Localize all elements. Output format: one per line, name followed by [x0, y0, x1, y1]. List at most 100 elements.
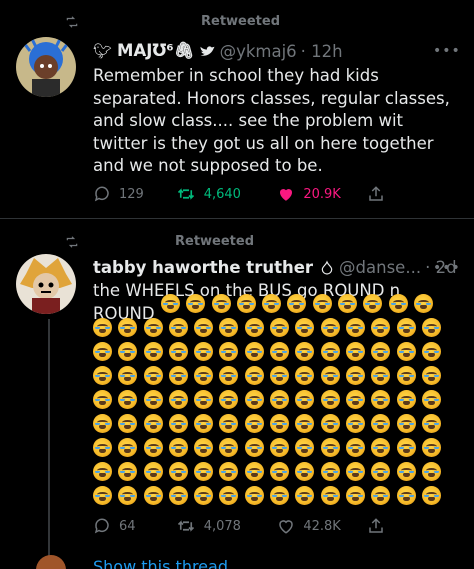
loudly-crying-face-icon [194, 318, 214, 337]
loudly-crying-face-icon [295, 414, 315, 433]
loudly-crying-face-icon [93, 486, 112, 505]
handle[interactable]: @ykmaj6 [220, 42, 297, 61]
loudly-crying-face-icon [219, 486, 239, 505]
loudly-crying-face-icon [421, 366, 441, 385]
loudly-crying-face-icon [118, 462, 138, 481]
loudly-crying-face-icon [118, 342, 138, 361]
twitter-bird-icon: 🐦︎ [93, 42, 113, 60]
tweet-2[interactable]: Retweeted tabby haworthe truther @danse.… [0, 219, 474, 569]
loudly-crying-face-icon [421, 462, 441, 481]
reply-button[interactable]: 64 [93, 517, 176, 535]
display-name[interactable]: MAJƱ⁶🖇 [117, 41, 195, 61]
small-avatar [36, 555, 66, 569]
retweet-icon [177, 188, 194, 200]
avatar[interactable] [16, 37, 76, 97]
share-icon [369, 518, 383, 533]
share-button[interactable] [367, 185, 393, 203]
loudly-crying-face-icon [371, 438, 391, 457]
loudly-crying-face-icon [219, 414, 239, 433]
loudly-crying-face-icon [345, 438, 365, 457]
more-options-icon[interactable]: ••• [433, 260, 461, 276]
loudly-crying-face-icon [295, 366, 315, 385]
tweet-1[interactable]: Retweeted 🐦︎ MAJƱ⁶🖇 @ykmaj6 · 12h ••• Re… [0, 0, 474, 218]
heart-filled-icon [280, 188, 293, 201]
loudly-crying-face-icon [338, 294, 358, 313]
loudly-crying-face-icon [93, 462, 112, 481]
loudly-crying-face-icon [219, 318, 239, 337]
retweet-icon [66, 235, 78, 248]
more-options-icon[interactable]: ••• [433, 43, 461, 59]
retweet-label: Retweeted [201, 14, 281, 29]
avatar[interactable] [16, 254, 76, 314]
like-button[interactable]: 20.9K [277, 185, 367, 203]
loudly-crying-face-icon [168, 462, 188, 481]
loudly-crying-face-icon [168, 438, 188, 457]
reply-button[interactable]: 129 [93, 185, 176, 203]
heart-outline-icon [279, 520, 294, 534]
loudly-crying-face-icon [168, 366, 188, 385]
loudly-crying-face-icon [421, 390, 441, 409]
show-thread-link[interactable]: Show this thread [93, 557, 228, 569]
loudly-crying-face-icon [320, 486, 340, 505]
loudly-crying-face-icon [168, 390, 188, 409]
loudly-crying-face-icon [270, 342, 290, 361]
handle[interactable]: @danse... [339, 258, 421, 277]
loudly-crying-face-icon [194, 414, 214, 433]
loudly-crying-face-icon [363, 294, 383, 313]
loudly-crying-face-icon [396, 486, 416, 505]
loudly-crying-face-icon [320, 366, 340, 385]
loudly-crying-face-icon [295, 486, 315, 505]
loudly-crying-face-icon [143, 486, 163, 505]
loudly-crying-face-icon [345, 318, 365, 337]
reply-icon [94, 518, 109, 534]
retweet-button[interactable]: 4,078 [176, 517, 278, 535]
loudly-crying-face-icon [320, 414, 340, 433]
loudly-crying-face-icon [143, 390, 163, 409]
reply-count: 64 [119, 518, 136, 534]
loudly-crying-face-icon [244, 462, 264, 481]
loudly-crying-face-icon [219, 390, 239, 409]
display-name[interactable]: tabby haworthe truther [93, 258, 313, 277]
loudly-crying-face-icon [345, 486, 365, 505]
loudly-crying-face-icon [421, 342, 441, 361]
timestamp[interactable]: · 12h [301, 42, 343, 61]
loudly-crying-face-icon [194, 390, 214, 409]
loudly-crying-face-icon [93, 318, 112, 337]
loudly-crying-face-icon [345, 390, 365, 409]
loudly-crying-face-icon [287, 294, 307, 313]
loudly-crying-face-icon [371, 390, 391, 409]
show-thread-row[interactable]: Show this thread [0, 555, 474, 569]
loudly-crying-face-icon [421, 438, 441, 457]
loudly-crying-face-icon [168, 414, 188, 433]
loudly-crying-face-icon [244, 342, 264, 361]
loudly-crying-face-icon [244, 438, 264, 457]
loudly-crying-face-icon [396, 342, 416, 361]
loudly-crying-face-icon [371, 486, 391, 505]
loudly-crying-face-icon [421, 318, 441, 337]
loudly-crying-face-icon [244, 390, 264, 409]
loudly-crying-face-icon [244, 366, 264, 385]
loudly-crying-face-icon [143, 342, 163, 361]
pin-icon [321, 259, 333, 275]
retweet-icon [177, 520, 194, 532]
loudly-crying-face-icon [93, 342, 112, 361]
loudly-crying-face-icon [295, 390, 315, 409]
like-button[interactable]: 42.8K [277, 517, 367, 535]
loudly-crying-face-icon [270, 318, 290, 337]
loudly-crying-face-icon [194, 438, 214, 457]
loudly-crying-face-icon [118, 486, 138, 505]
retweet-button[interactable]: 4,640 [176, 185, 278, 203]
loudly-crying-face-icon [270, 414, 290, 433]
tweet-text: Remember in school they had kids separat… [93, 66, 450, 175]
loudly-crying-face-icon [345, 342, 365, 361]
loudly-crying-face-icon [118, 414, 138, 433]
loudly-crying-face-icon [244, 318, 264, 337]
loudly-crying-face-icon [421, 486, 441, 505]
reply-icon [94, 186, 109, 202]
retweet-indicator: Retweeted [63, 14, 280, 29]
loudly-crying-face-icon [320, 342, 340, 361]
loudly-crying-face-icon [143, 462, 163, 481]
loudly-crying-face-icon [194, 366, 214, 385]
share-button[interactable] [367, 517, 393, 535]
loudly-crying-face-icon [396, 462, 416, 481]
